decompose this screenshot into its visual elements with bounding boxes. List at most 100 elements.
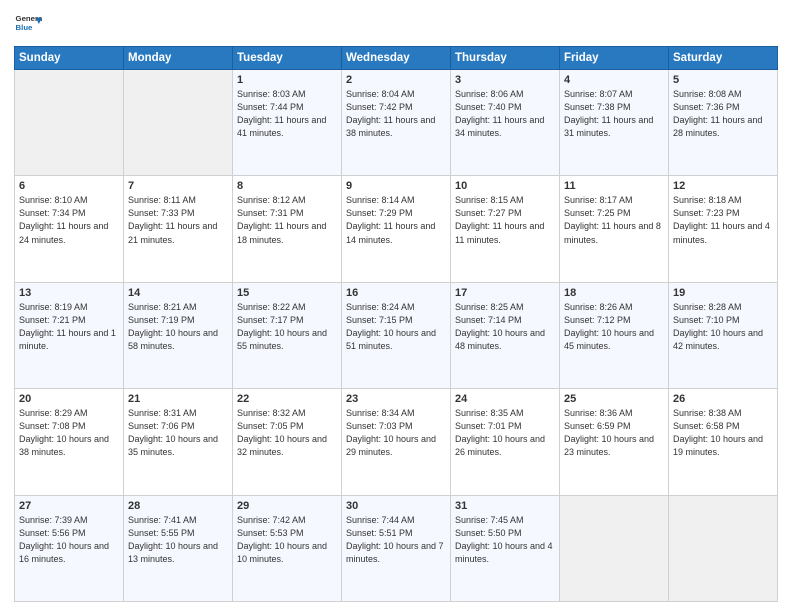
day-cell: 11Sunrise: 8:17 AM Sunset: 7:25 PM Dayli… xyxy=(560,176,669,282)
day-cell: 10 Sunrise: 8:15 AM Sunset: 7:27 PM Dayli… xyxy=(451,176,560,282)
weekday-saturday: Saturday xyxy=(669,47,778,70)
day-cell xyxy=(560,495,669,601)
weekday-thursday: Thursday xyxy=(451,47,560,70)
week-row-1: 1 Sunrise: 8:03 AM Sunset: 7:44 PM Daylig… xyxy=(15,70,778,176)
weekday-header-row: SundayMondayTuesdayWednesdayThursdayFrid… xyxy=(15,47,778,70)
day-cell: 30 Sunrise: 7:44 AM Sunset: 5:51 PM Dayli… xyxy=(342,495,451,601)
day-info: Sunrise: 8:25 AM Sunset: 7:14 PM Dayligh… xyxy=(455,301,555,353)
day-number: 28 xyxy=(128,500,228,512)
day-cell: 29Sunrise: 7:42 AM Sunset: 5:53 PM Dayli… xyxy=(233,495,342,601)
day-info: Sunrise: 8:18 AM Sunset: 7:23 PM Dayligh… xyxy=(673,194,773,246)
weekday-monday: Monday xyxy=(124,47,233,70)
day-number: 31 xyxy=(455,500,555,512)
day-number: 10 xyxy=(455,180,555,192)
day-info: Sunrise: 8:26 AM Sunset: 7:12 PM Dayligh… xyxy=(564,301,664,353)
day-info: Sunrise: 8:11 AM Sunset: 7:33 PM Dayligh… xyxy=(128,194,228,246)
day-info: Sunrise: 7:41 AM Sunset: 5:55 PM Dayligh… xyxy=(128,514,228,566)
svg-text:Blue: Blue xyxy=(16,23,34,32)
day-number: 26 xyxy=(673,393,773,405)
day-number: 5 xyxy=(673,74,773,86)
day-number: 20 xyxy=(19,393,119,405)
day-info: Sunrise: 8:31 AM Sunset: 7:06 PM Dayligh… xyxy=(128,407,228,459)
day-cell: 14 Sunrise: 8:21 AM Sunset: 7:19 PM Dayli… xyxy=(124,282,233,388)
week-row-3: 13 Sunrise: 8:19 AM Sunset: 7:21 PM Dayli… xyxy=(15,282,778,388)
day-cell: 16 Sunrise: 8:24 AM Sunset: 7:15 PM Dayli… xyxy=(342,282,451,388)
page: General Blue SundayMondayTuesdayWednesda… xyxy=(0,0,792,612)
week-row-2: 6Sunrise: 8:10 AM Sunset: 7:34 PM Daylig… xyxy=(15,176,778,282)
day-info: Sunrise: 8:12 AM Sunset: 7:31 PM Dayligh… xyxy=(237,194,337,246)
day-number: 9 xyxy=(346,180,446,192)
day-cell: 1 Sunrise: 8:03 AM Sunset: 7:44 PM Daylig… xyxy=(233,70,342,176)
day-cell xyxy=(15,70,124,176)
day-cell: 28 Sunrise: 7:41 AM Sunset: 5:55 PM Dayli… xyxy=(124,495,233,601)
day-cell: 31 Sunrise: 7:45 AM Sunset: 5:50 PM Dayli… xyxy=(451,495,560,601)
day-info: Sunrise: 8:15 AM Sunset: 7:27 PM Dayligh… xyxy=(455,194,555,246)
day-info: Sunrise: 8:10 AM Sunset: 7:34 PM Dayligh… xyxy=(19,194,119,246)
day-cell xyxy=(669,495,778,601)
week-row-4: 20 Sunrise: 8:29 AM Sunset: 7:08 PM Dayli… xyxy=(15,389,778,495)
day-info: Sunrise: 8:22 AM Sunset: 7:17 PM Dayligh… xyxy=(237,301,337,353)
day-number: 19 xyxy=(673,287,773,299)
day-cell: 7 Sunrise: 8:11 AM Sunset: 7:33 PM Daylig… xyxy=(124,176,233,282)
day-cell: 9Sunrise: 8:14 AM Sunset: 7:29 PM Daylig… xyxy=(342,176,451,282)
day-cell: 8Sunrise: 8:12 AM Sunset: 7:31 PM Daylig… xyxy=(233,176,342,282)
day-info: Sunrise: 8:04 AM Sunset: 7:42 PM Dayligh… xyxy=(346,88,446,140)
day-number: 15 xyxy=(237,287,337,299)
day-number: 23 xyxy=(346,393,446,405)
day-number: 3 xyxy=(455,74,555,86)
day-info: Sunrise: 8:38 AM Sunset: 6:58 PM Dayligh… xyxy=(673,407,773,459)
day-cell: 4Sunrise: 8:07 AM Sunset: 7:38 PM Daylig… xyxy=(560,70,669,176)
day-info: Sunrise: 8:19 AM Sunset: 7:21 PM Dayligh… xyxy=(19,301,119,353)
day-number: 13 xyxy=(19,287,119,299)
day-cell: 13 Sunrise: 8:19 AM Sunset: 7:21 PM Dayli… xyxy=(15,282,124,388)
day-info: Sunrise: 8:03 AM Sunset: 7:44 PM Dayligh… xyxy=(237,88,337,140)
day-number: 14 xyxy=(128,287,228,299)
day-cell: 27 Sunrise: 7:39 AM Sunset: 5:56 PM Dayli… xyxy=(15,495,124,601)
day-number: 18 xyxy=(564,287,664,299)
day-info: Sunrise: 8:32 AM Sunset: 7:05 PM Dayligh… xyxy=(237,407,337,459)
day-info: Sunrise: 8:17 AM Sunset: 7:25 PM Dayligh… xyxy=(564,194,664,246)
day-cell: 12 Sunrise: 8:18 AM Sunset: 7:23 PM Dayli… xyxy=(669,176,778,282)
day-number: 7 xyxy=(128,180,228,192)
day-info: Sunrise: 8:21 AM Sunset: 7:19 PM Dayligh… xyxy=(128,301,228,353)
week-row-5: 27 Sunrise: 7:39 AM Sunset: 5:56 PM Dayli… xyxy=(15,495,778,601)
weekday-friday: Friday xyxy=(560,47,669,70)
day-cell: 19Sunrise: 8:28 AM Sunset: 7:10 PM Dayli… xyxy=(669,282,778,388)
day-cell: 6Sunrise: 8:10 AM Sunset: 7:34 PM Daylig… xyxy=(15,176,124,282)
day-cell: 26 Sunrise: 8:38 AM Sunset: 6:58 PM Dayli… xyxy=(669,389,778,495)
day-cell: 2 Sunrise: 8:04 AM Sunset: 7:42 PM Daylig… xyxy=(342,70,451,176)
day-info: Sunrise: 8:34 AM Sunset: 7:03 PM Dayligh… xyxy=(346,407,446,459)
header: General Blue xyxy=(14,10,778,38)
day-number: 1 xyxy=(237,74,337,86)
day-info: Sunrise: 7:44 AM Sunset: 5:51 PM Dayligh… xyxy=(346,514,446,566)
day-info: Sunrise: 7:39 AM Sunset: 5:56 PM Dayligh… xyxy=(19,514,119,566)
day-info: Sunrise: 8:35 AM Sunset: 7:01 PM Dayligh… xyxy=(455,407,555,459)
day-number: 25 xyxy=(564,393,664,405)
day-info: Sunrise: 8:36 AM Sunset: 6:59 PM Dayligh… xyxy=(564,407,664,459)
day-number: 2 xyxy=(346,74,446,86)
weekday-tuesday: Tuesday xyxy=(233,47,342,70)
day-cell: 21 Sunrise: 8:31 AM Sunset: 7:06 PM Dayli… xyxy=(124,389,233,495)
day-cell: 17 Sunrise: 8:25 AM Sunset: 7:14 PM Dayli… xyxy=(451,282,560,388)
day-cell xyxy=(124,70,233,176)
day-info: Sunrise: 7:45 AM Sunset: 5:50 PM Dayligh… xyxy=(455,514,555,566)
day-number: 4 xyxy=(564,74,664,86)
day-cell: 22Sunrise: 8:32 AM Sunset: 7:05 PM Dayli… xyxy=(233,389,342,495)
day-number: 27 xyxy=(19,500,119,512)
day-number: 30 xyxy=(346,500,446,512)
day-number: 17 xyxy=(455,287,555,299)
day-info: Sunrise: 8:29 AM Sunset: 7:08 PM Dayligh… xyxy=(19,407,119,459)
day-info: Sunrise: 8:24 AM Sunset: 7:15 PM Dayligh… xyxy=(346,301,446,353)
day-cell: 24 Sunrise: 8:35 AM Sunset: 7:01 PM Dayli… xyxy=(451,389,560,495)
logo: General Blue xyxy=(14,10,42,38)
calendar-table: SundayMondayTuesdayWednesdayThursdayFrid… xyxy=(14,46,778,602)
day-cell: 18 Sunrise: 8:26 AM Sunset: 7:12 PM Dayli… xyxy=(560,282,669,388)
day-number: 21 xyxy=(128,393,228,405)
day-info: Sunrise: 8:06 AM Sunset: 7:40 PM Dayligh… xyxy=(455,88,555,140)
day-info: Sunrise: 7:42 AM Sunset: 5:53 PM Dayligh… xyxy=(237,514,337,566)
day-cell: 25 Sunrise: 8:36 AM Sunset: 6:59 PM Dayli… xyxy=(560,389,669,495)
day-number: 24 xyxy=(455,393,555,405)
day-number: 16 xyxy=(346,287,446,299)
day-number: 12 xyxy=(673,180,773,192)
day-info: Sunrise: 8:08 AM Sunset: 7:36 PM Dayligh… xyxy=(673,88,773,140)
